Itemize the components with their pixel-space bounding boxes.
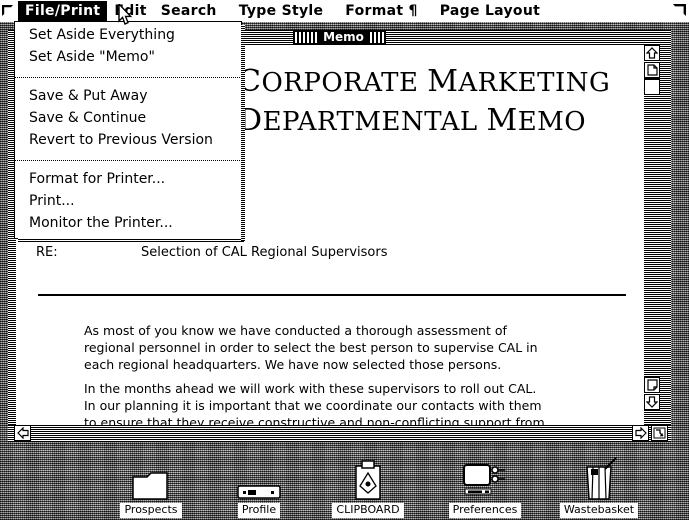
- clipboard-icon: [351, 460, 385, 501]
- desktop-icon-label: Prospects: [120, 503, 182, 518]
- desktop-icon-preferences[interactable]: Preferences: [442, 461, 528, 518]
- menu-item-print[interactable]: Print...: [15, 191, 241, 213]
- desktop-icon-wastebasket[interactable]: Wastebasket: [556, 457, 642, 518]
- document-paragraph-1: As most of you know we have conducted a …: [84, 323, 538, 372]
- menu-item-set-aside-everything[interactable]: Set Aside Everything: [15, 25, 241, 47]
- menu-separator: [15, 160, 241, 161]
- menu-item-format-for-printer[interactable]: Format for Printer...: [15, 169, 241, 191]
- document-heading-line2: DEPARTMENTAL MEMO: [238, 103, 587, 138]
- arrow-left-icon[interactable]: [14, 425, 31, 441]
- window-corner-top-right-icon: [673, 2, 686, 16]
- vertical-scroll-thumb[interactable]: [644, 79, 660, 95]
- re-value: Selection of CAL Regional Supervisors: [141, 245, 388, 260]
- menu-page-layout[interactable]: Page Layout: [433, 1, 547, 22]
- menu-file-print[interactable]: File/Print: [18, 0, 108, 22]
- document-paragraph-2: In the months ahead we will work with th…: [84, 381, 545, 427]
- desktop-icon-label: Profile: [237, 503, 281, 518]
- wastebasket-icon: [579, 457, 619, 501]
- window-frame-right: [660, 45, 671, 427]
- menu-item-monitor-the-printer[interactable]: Monitor the Printer...: [15, 213, 241, 235]
- document-heading-line1: CORPORATE MARKETING: [238, 64, 611, 99]
- desktop-icon-label: Preferences: [448, 503, 522, 518]
- desktop-icon-clipboard[interactable]: CLIPBOARD: [325, 460, 411, 518]
- document-divider-rule: [38, 294, 626, 296]
- file-print-dropdown-menu[interactable]: Set Aside Everything Set Aside "Memo" Sa…: [14, 21, 245, 242]
- desktop-icon-row: Prospects Profile CLIPBOARD Preferences …: [0, 442, 689, 520]
- menu-group-set-aside: Set Aside Everything Set Aside "Memo": [15, 22, 241, 72]
- arrow-down-icon[interactable]: [644, 394, 660, 410]
- menu-group-printer: Format for Printer... Print... Monitor t…: [15, 166, 241, 238]
- window-title: Memo: [317, 31, 370, 44]
- menu-type-style[interactable]: Type Style: [232, 1, 331, 22]
- desktop-icon-label: CLIPBOARD: [332, 503, 404, 518]
- re-label: RE:: [36, 245, 58, 260]
- arrow-up-icon[interactable]: [644, 45, 660, 61]
- menu-format[interactable]: Format ¶: [338, 1, 424, 22]
- horizontal-scrollbar[interactable]: [8, 425, 671, 442]
- menu-item-save-and-put-away[interactable]: Save & Put Away: [15, 86, 241, 108]
- window-corner-top-left-icon: [2, 2, 14, 16]
- desktop-icon-prospects[interactable]: Prospects: [108, 461, 194, 518]
- card-file-icon: [237, 461, 281, 501]
- titlebar-stripes-left: [295, 32, 318, 43]
- document-re-row: RE: Selection of CAL Regional Supervisor…: [36, 245, 388, 260]
- resize-grow-icon[interactable]: [651, 425, 668, 441]
- page-down-icon[interactable]: [644, 377, 660, 393]
- arrow-right-icon[interactable]: [632, 425, 649, 441]
- desktop-icon-label: Wastebasket: [559, 503, 639, 518]
- menu-item-revert-to-previous-version[interactable]: Revert to Previous Version: [15, 130, 241, 152]
- menu-separator: [15, 77, 241, 78]
- menu-edit[interactable]: Edit: [107, 1, 153, 22]
- menu-item-set-aside-memo[interactable]: Set Aside "Memo": [15, 47, 241, 69]
- menu-bar: File/Print Edit Search Type Style Format…: [0, 0, 689, 22]
- menu-item-save-and-continue[interactable]: Save & Continue: [15, 108, 241, 130]
- menu-group-save: Save & Put Away Save & Continue Revert t…: [15, 83, 241, 155]
- desktop-icon-profile[interactable]: Profile: [216, 461, 302, 518]
- folder-icon: [131, 461, 171, 501]
- vertical-scrollbar[interactable]: [644, 45, 660, 427]
- titlebar-stripes-right: [369, 32, 384, 43]
- window-title-group: Memo: [293, 30, 386, 45]
- control-panel-icon: [461, 461, 509, 501]
- menu-search[interactable]: Search: [154, 1, 224, 22]
- page-up-icon[interactable]: [644, 62, 660, 78]
